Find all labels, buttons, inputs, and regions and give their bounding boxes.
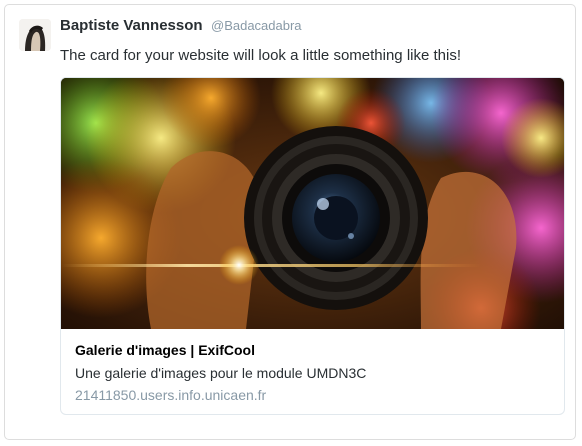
card-domain[interactable]: 21411850.users.info.unicaen.fr: [75, 387, 554, 403]
card-description: Une galerie d'images pour le module UMDN…: [75, 365, 367, 381]
avatar-portrait-icon: [19, 19, 51, 51]
tweet-text: The card for your website will look a li…: [60, 47, 462, 64]
card-image[interactable]: [61, 78, 564, 329]
author-avatar[interactable]: [19, 19, 51, 51]
tweet-card: Baptiste Vannesson @Badacadabra The card…: [4, 4, 576, 440]
card-body: Galerie d'images | ExifCool Une galerie …: [75, 342, 554, 403]
link-preview-card[interactable]: Galerie d'images | ExifCool Une galerie …: [60, 77, 565, 415]
card-title[interactable]: Galerie d'images | ExifCool: [75, 342, 554, 358]
tweet-header: Baptiste Vannesson @Badacadabra: [60, 17, 302, 35]
author-name[interactable]: Baptiste Vannesson: [60, 17, 203, 34]
author-handle[interactable]: @Badacadabra: [211, 18, 302, 33]
camera-lens-photo-icon: [61, 78, 564, 329]
